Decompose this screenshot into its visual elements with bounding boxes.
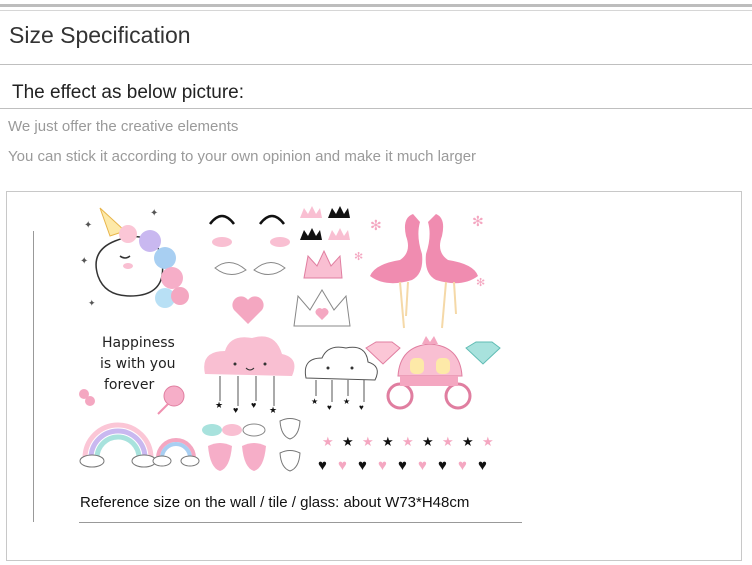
svg-text:★: ★: [311, 397, 318, 406]
is-with-you-text: is with you: [100, 356, 176, 372]
svg-text:♥: ♥: [478, 457, 487, 474]
lollipop-sticker: [157, 385, 185, 415]
dimension-rule-horizontal: [79, 522, 522, 523]
small-rainbow-sticker: [152, 438, 200, 467]
happiness-text: Happiness: [102, 335, 175, 351]
top-divider: [0, 4, 752, 7]
top-divider-thin: [0, 10, 752, 11]
svg-text:✦: ✦: [150, 208, 158, 219]
small-clouds-sticker: [202, 423, 266, 437]
svg-text:✦: ✦: [80, 256, 88, 267]
eyelashes-sticker: [209, 214, 290, 247]
crowns-sticker: [293, 206, 351, 327]
reference-size-caption: Reference size on the wall / tile / glas…: [80, 494, 470, 511]
svg-text:♥: ♥: [438, 457, 447, 474]
carriage-sticker: [386, 336, 472, 410]
svg-text:♥: ♥: [378, 457, 387, 474]
dimension-rule-vertical: [33, 231, 34, 522]
title-divider: [0, 64, 752, 65]
pink-cloud-sticker: ★ ♥ ♥ ★: [204, 336, 295, 415]
forever-text: forever: [104, 377, 154, 393]
svg-text:✻: ✻: [354, 251, 363, 263]
sticker-artwork: ✦ ✦ ✦ ✦ Happiness is with you forever ★ …: [79, 206, 501, 474]
svg-text:✻: ✻: [476, 277, 485, 289]
svg-text:★: ★: [402, 434, 414, 449]
svg-text:★: ★: [462, 434, 474, 449]
svg-text:★: ★: [482, 434, 494, 449]
svg-text:♥: ♥: [359, 403, 364, 412]
svg-text:★: ★: [322, 434, 334, 449]
effect-subtitle: The effect as below picture:: [12, 82, 244, 103]
description-line-1: We just offer the creative elements: [8, 118, 239, 135]
svg-text:★: ★: [343, 397, 350, 406]
heart-sticker: [232, 296, 264, 324]
stars-row-sticker: ★ ★ ★ ★ ★ ★ ★ ★ ★: [322, 434, 494, 449]
svg-text:♥: ♥: [233, 405, 238, 415]
svg-text:♥: ♥: [327, 403, 332, 412]
subtitle-divider: [0, 108, 752, 109]
svg-text:★: ★: [422, 434, 434, 449]
svg-text:★: ★: [215, 400, 223, 410]
svg-text:★: ★: [382, 434, 394, 449]
svg-text:★: ★: [362, 434, 374, 449]
svg-text:♥: ♥: [358, 457, 367, 474]
hearts-row-sticker: ♥ ♥ ♥ ♥ ♥ ♥ ♥ ♥ ♥: [318, 457, 487, 474]
svg-text:✻: ✻: [370, 217, 382, 233]
svg-text:♥: ♥: [251, 400, 256, 410]
svg-text:★: ★: [269, 405, 277, 415]
svg-text:✦: ✦: [88, 298, 96, 308]
rainbow-sticker: [79, 422, 157, 468]
unicorn-sticker: ✦ ✦ ✦ ✦: [80, 207, 189, 308]
description-line-2: You can stick it according to your own o…: [8, 148, 477, 165]
section-title: Size Specification: [9, 22, 191, 48]
cherries-sticker: [79, 389, 95, 406]
svg-text:♥: ♥: [318, 457, 327, 474]
svg-text:★: ★: [342, 434, 354, 449]
wings-sticker: [214, 262, 286, 275]
flamingos-sticker: ✻ ✻ ✻ ✻: [354, 213, 485, 329]
svg-text:♥: ♥: [418, 457, 427, 474]
svg-text:✦: ✦: [84, 220, 92, 231]
svg-text:♥: ♥: [398, 457, 407, 474]
svg-text:♥: ♥: [458, 457, 467, 474]
svg-text:✻: ✻: [472, 213, 484, 229]
svg-text:★: ★: [442, 434, 454, 449]
white-cloud-sticker: ★ ♥ ★ ♥: [304, 346, 378, 412]
svg-text:♥: ♥: [338, 457, 347, 474]
